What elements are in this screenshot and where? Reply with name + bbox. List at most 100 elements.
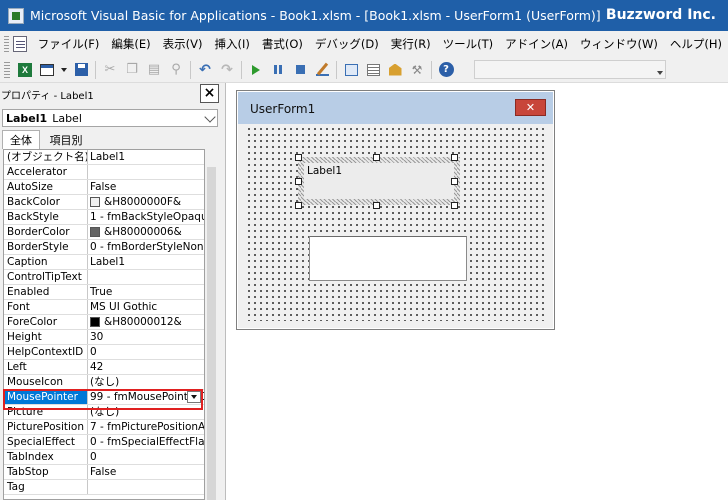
property-value[interactable] bbox=[88, 480, 204, 494]
property-value[interactable]: 7 - fmPicturePositionAboveCenter bbox=[88, 420, 204, 434]
property-value[interactable]: 1 - fmBackStyleOpaque bbox=[88, 210, 204, 224]
property-row[interactable]: Font MS UI Gothic bbox=[4, 300, 204, 315]
break-button[interactable] bbox=[268, 60, 288, 80]
resize-handle-top-right[interactable] bbox=[451, 154, 458, 161]
userform-close-button[interactable]: ✕ bbox=[515, 99, 546, 116]
menu-insert[interactable]: 挿入(I) bbox=[208, 31, 255, 57]
property-value[interactable]: MS UI Gothic bbox=[88, 300, 204, 314]
insert-userform-button[interactable] bbox=[37, 60, 57, 80]
toolbox-button[interactable]: ⚒ bbox=[407, 60, 427, 80]
resize-handle-top-left[interactable] bbox=[295, 154, 302, 161]
property-row[interactable]: (オブジェクト名) Label1 bbox=[4, 150, 204, 165]
property-value[interactable]: 42 bbox=[88, 360, 204, 374]
menu-addins[interactable]: アドイン(A) bbox=[499, 31, 574, 57]
property-row[interactable]: SpecialEffect 0 - fmSpecialEffectFlat bbox=[4, 435, 204, 450]
property-row[interactable]: HelpContextID 0 bbox=[4, 345, 204, 360]
document-icon[interactable] bbox=[13, 36, 27, 52]
menu-window[interactable]: ウィンドウ(W) bbox=[574, 31, 664, 57]
property-row[interactable]: TabStop False bbox=[4, 465, 204, 480]
menu-format[interactable]: 書式(O) bbox=[256, 31, 309, 57]
property-value[interactable]: Label1 bbox=[88, 150, 204, 164]
property-row[interactable]: BackStyle 1 - fmBackStyleOpaque bbox=[4, 210, 204, 225]
property-row[interactable]: ForeColor &H80000012& bbox=[4, 315, 204, 330]
property-value[interactable]: 0 - fmBorderStyleNone bbox=[88, 240, 204, 254]
resize-handle-top[interactable] bbox=[373, 154, 380, 161]
resize-handle-bottom-right[interactable] bbox=[451, 202, 458, 209]
cut-button[interactable]: ✂ bbox=[100, 60, 120, 80]
help-button[interactable]: ? bbox=[436, 60, 456, 80]
design-mode-button[interactable] bbox=[312, 60, 332, 80]
redo-button[interactable]: ↷ bbox=[217, 60, 237, 80]
property-value[interactable]: False bbox=[88, 180, 204, 194]
run-button[interactable] bbox=[246, 60, 266, 80]
scrollbar-thumb[interactable] bbox=[207, 167, 216, 500]
tab-alphabetic[interactable]: 全体 bbox=[2, 130, 40, 149]
property-row[interactable]: Height 30 bbox=[4, 330, 204, 345]
object-browser-button[interactable] bbox=[385, 60, 405, 80]
view-excel-button[interactable]: X bbox=[15, 60, 35, 80]
paste-button[interactable]: ▤ bbox=[144, 60, 164, 80]
object-browser-icon bbox=[388, 63, 402, 76]
property-name: HelpContextID bbox=[4, 345, 88, 359]
properties-close-button[interactable]: × bbox=[200, 84, 219, 103]
userform-window[interactable]: UserForm1 ✕ Label1 bbox=[236, 90, 555, 330]
resize-handle-right[interactable] bbox=[451, 178, 458, 185]
save-button[interactable] bbox=[71, 60, 91, 80]
property-row[interactable]: Accelerator bbox=[4, 165, 204, 180]
undo-button[interactable]: ↶ bbox=[195, 60, 215, 80]
menu-edit[interactable]: 編集(E) bbox=[105, 31, 156, 57]
property-row[interactable]: BackColor &H8000000F& bbox=[4, 195, 204, 210]
property-value[interactable]: 0 bbox=[88, 345, 204, 359]
reset-button[interactable] bbox=[290, 60, 310, 80]
menu-view[interactable]: 表示(V) bbox=[157, 31, 209, 57]
menu-tools[interactable]: ツール(T) bbox=[437, 31, 500, 57]
property-row[interactable]: Tag bbox=[4, 480, 204, 495]
property-value[interactable]: &H80000006& bbox=[88, 225, 204, 239]
property-row[interactable]: Left 42 bbox=[4, 360, 204, 375]
resize-handle-left[interactable] bbox=[295, 178, 302, 185]
property-value[interactable]: 30 bbox=[88, 330, 204, 344]
resize-handle-bottom[interactable] bbox=[373, 202, 380, 209]
property-row[interactable]: AutoSize False bbox=[4, 180, 204, 195]
property-row[interactable]: ControlTipText bbox=[4, 270, 204, 285]
textbox-control[interactable] bbox=[309, 236, 467, 281]
property-row[interactable]: Enabled True bbox=[4, 285, 204, 300]
menu-help[interactable]: ヘルプ(H) bbox=[664, 31, 728, 57]
property-value[interactable]: False bbox=[88, 465, 204, 479]
property-row[interactable]: BorderColor &H80000006& bbox=[4, 225, 204, 240]
menu-grip-icon[interactable] bbox=[4, 36, 10, 52]
toolbar-grip-icon[interactable] bbox=[4, 61, 10, 78]
property-value[interactable] bbox=[88, 165, 204, 179]
resize-handle-bottom-left[interactable] bbox=[295, 202, 302, 209]
properties-window-icon bbox=[366, 63, 380, 76]
insert-userform-icon bbox=[40, 63, 54, 76]
project-explorer-button[interactable] bbox=[341, 60, 361, 80]
property-row[interactable]: Caption Label1 bbox=[4, 255, 204, 270]
label1-selection-border[interactable]: Label1 bbox=[298, 157, 460, 205]
property-value[interactable]: 0 bbox=[88, 450, 204, 464]
copy-button[interactable]: ❐ bbox=[122, 60, 142, 80]
menu-run[interactable]: 実行(R) bbox=[385, 31, 437, 57]
object-selector[interactable]: Label1 Label bbox=[2, 109, 218, 127]
property-value[interactable]: 0 - fmSpecialEffectFlat bbox=[88, 435, 204, 449]
property-row[interactable]: PicturePosition7 - fmPicturePositionAbov… bbox=[4, 420, 204, 435]
property-value[interactable]: &H8000000F& bbox=[88, 195, 204, 209]
property-row[interactable]: BorderStyle 0 - fmBorderStyleNone bbox=[4, 240, 204, 255]
property-value[interactable]: Label1 bbox=[88, 255, 204, 269]
property-grid-scrollbar[interactable] bbox=[205, 149, 220, 500]
menu-debug[interactable]: デバッグ(D) bbox=[309, 31, 385, 57]
menu-file[interactable]: ファイル(F) bbox=[32, 31, 106, 57]
properties-window-button[interactable] bbox=[363, 60, 383, 80]
insert-dropdown-button[interactable] bbox=[59, 60, 69, 80]
property-row[interactable]: MouseIcon (なし) bbox=[4, 375, 204, 390]
property-value[interactable]: (なし) bbox=[88, 375, 204, 389]
label1-control[interactable]: Label1 bbox=[304, 163, 454, 199]
find-button[interactable]: ⚲ bbox=[166, 60, 186, 80]
tab-categorized[interactable]: 項目別 bbox=[44, 130, 88, 149]
property-value[interactable]: &H80000012& bbox=[88, 315, 204, 329]
property-value[interactable]: True bbox=[88, 285, 204, 299]
property-value[interactable] bbox=[88, 270, 204, 284]
property-row[interactable]: TabIndex 0 bbox=[4, 450, 204, 465]
chevron-down-icon[interactable] bbox=[657, 71, 663, 75]
userform-canvas[interactable]: Label1 bbox=[245, 125, 547, 321]
